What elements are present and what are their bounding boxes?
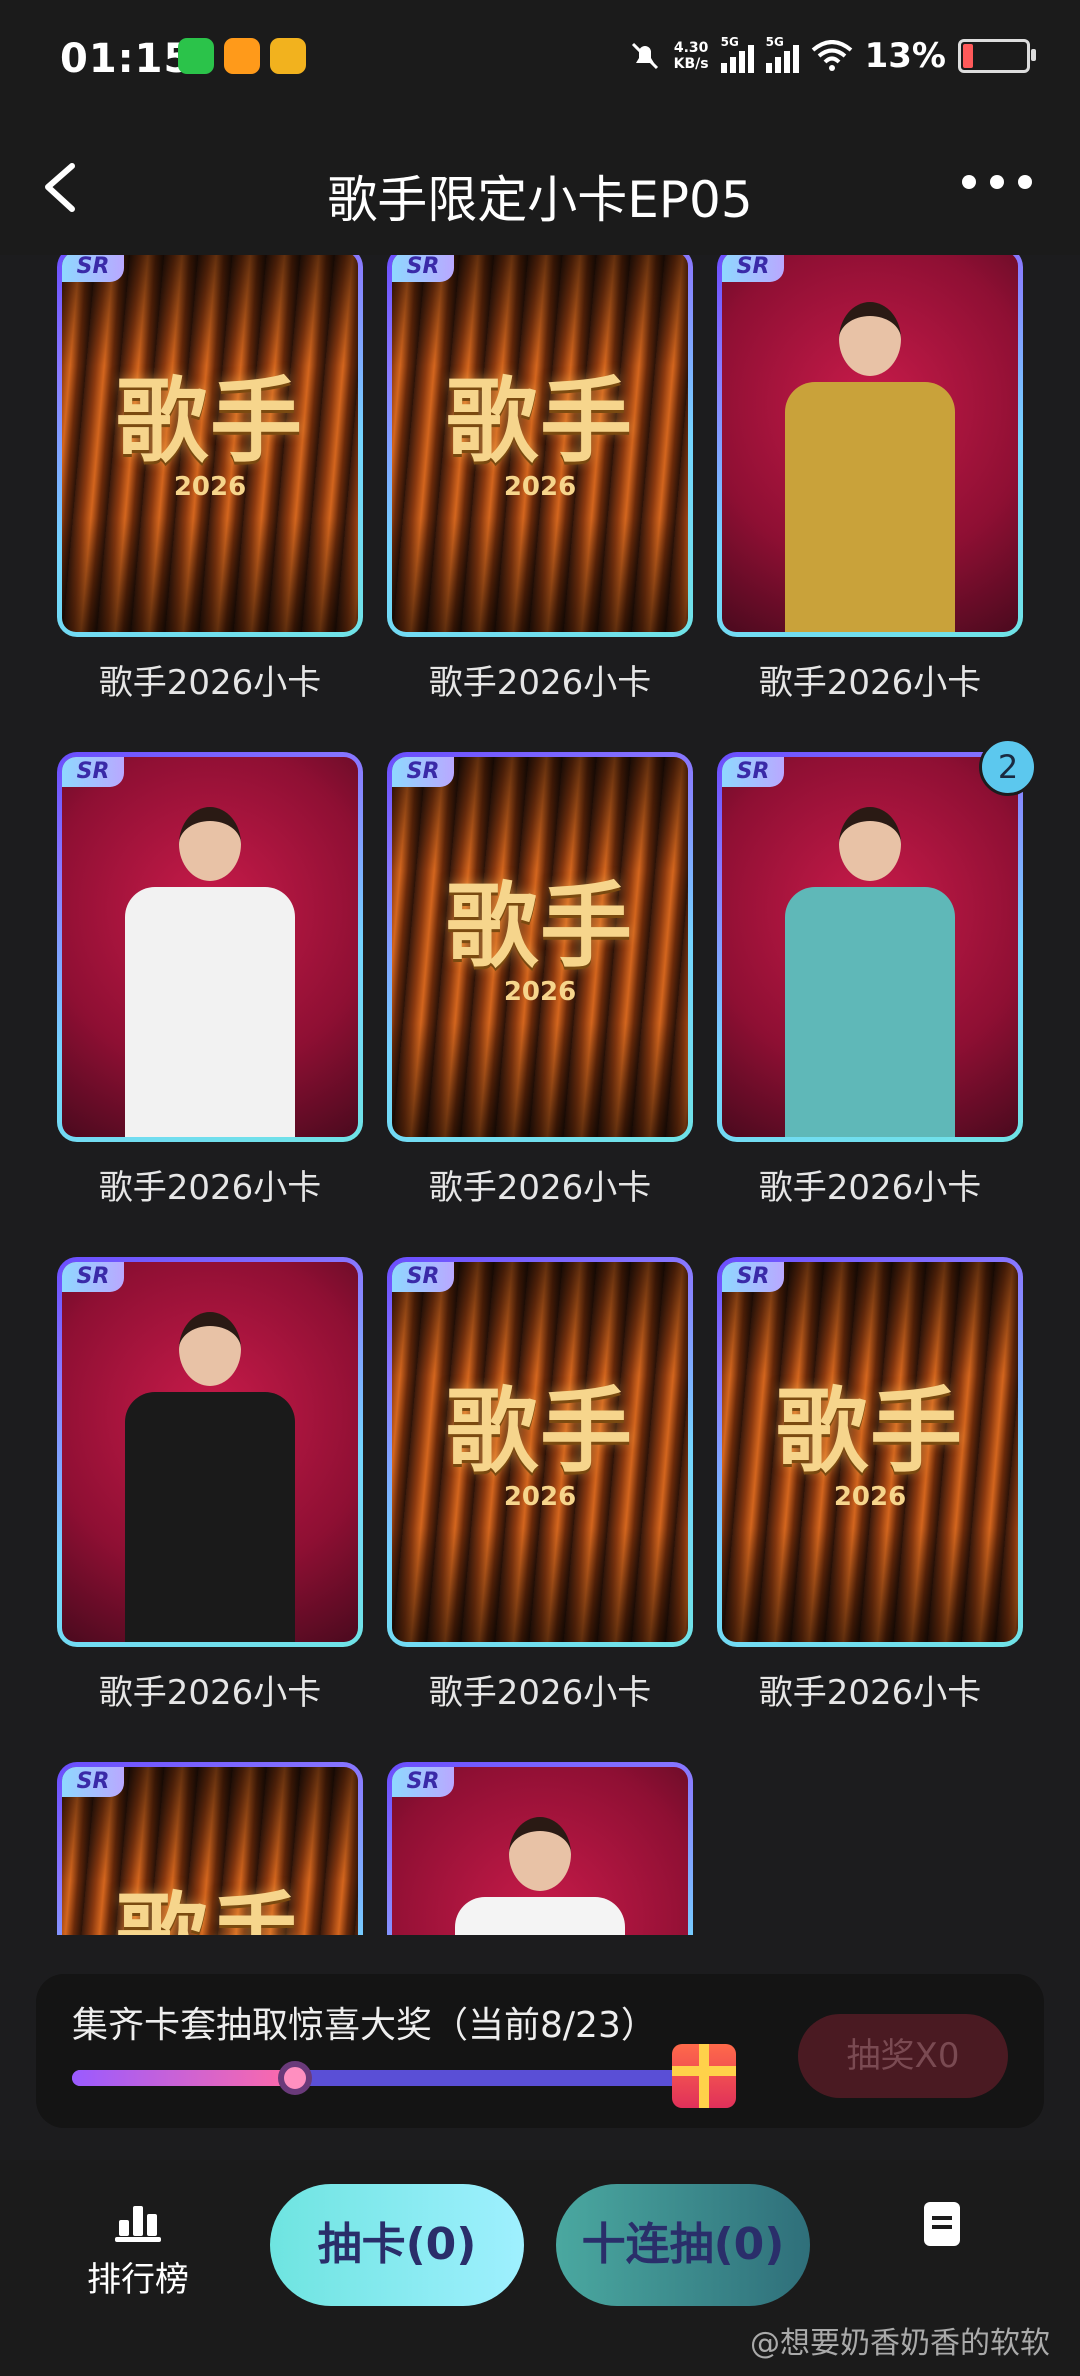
card-item[interactable]: SR	[387, 1762, 693, 1935]
card-label: 歌手2026小卡	[98, 1168, 322, 1208]
card-logo-text: 歌手	[115, 367, 304, 475]
card-poster-art: 歌手 2026	[62, 255, 358, 632]
app-notification-icon	[224, 38, 260, 74]
battery-icon	[958, 39, 1036, 73]
card-item[interactable]: 歌手 SR	[57, 1762, 363, 1935]
rarity-badge: SR	[392, 1262, 454, 1292]
more-options-icon[interactable]	[962, 175, 1032, 189]
card-label: 歌手2026小卡	[758, 1168, 982, 1208]
signal-2-icon: 5G	[765, 35, 799, 73]
card-item[interactable]: 歌手 2026 SR 歌手2026小卡	[387, 255, 693, 704]
card-year-text: 2026	[503, 977, 577, 1007]
rarity-badge: SR	[722, 255, 784, 282]
card-portrait-art	[62, 1262, 358, 1642]
card-label: 歌手2026小卡	[428, 1168, 652, 1208]
card-item[interactable]: 歌手 2026 SR 歌手2026小卡	[717, 1257, 1023, 1714]
card-year-text: 2026	[833, 1482, 907, 1512]
progress-knob	[277, 2061, 312, 2095]
video-app-icon	[270, 38, 306, 74]
rarity-badge: SR	[392, 255, 454, 282]
card-label: 歌手2026小卡	[428, 663, 652, 703]
status-time: 01:15	[60, 36, 193, 82]
card-year-text: 2026	[173, 472, 247, 502]
card-poster-art: 歌手 2026	[392, 255, 688, 632]
status-bar: 01:15 4.30 KB/s 5G 5G 13%	[0, 0, 1080, 120]
leaderboard-button[interactable]: 排行榜	[78, 2200, 198, 2301]
card-logo-text: 歌手	[445, 367, 634, 475]
rarity-badge: SR	[392, 1767, 454, 1797]
card-item[interactable]: SR 歌手2026小卡	[717, 255, 1023, 704]
singer-figure	[125, 1312, 295, 1642]
draw-card-button[interactable]: 抽卡(0)	[270, 2184, 524, 2306]
card-poster-art: 歌手 2026	[722, 1262, 1018, 1642]
watermark: @想要奶香奶香的软软	[750, 2326, 1050, 2361]
wifi-icon	[811, 40, 852, 71]
singer-figure	[455, 1817, 625, 1935]
singer-figure	[785, 302, 955, 632]
wechat-icon	[178, 38, 214, 74]
card-item[interactable]: 歌手 2026 SR 歌手2026小卡	[387, 1257, 693, 1714]
gift-icon	[672, 2044, 736, 2108]
rarity-badge: SR	[62, 757, 124, 787]
page-title: 歌手限定小卡EP05	[327, 171, 753, 229]
card-item[interactable]: SR 歌手2026小卡	[57, 1257, 363, 1714]
card-item[interactable]: SR 2 歌手2026小卡	[717, 738, 1037, 1209]
card-label: 歌手2026小卡	[428, 1673, 652, 1713]
progress-bar	[72, 2070, 712, 2086]
card-label: 歌手2026小卡	[758, 663, 982, 703]
card-count-badge: 2	[979, 738, 1037, 796]
rarity-badge: SR	[392, 757, 454, 787]
signal-1-icon: 5G	[720, 35, 754, 73]
card-label: 歌手2026小卡	[98, 663, 322, 703]
rarity-badge: SR	[722, 1262, 784, 1292]
card-label: 歌手2026小卡	[758, 1673, 982, 1713]
card-year-text: 2026	[503, 472, 577, 502]
network-speed: 4.30 KB/s	[673, 40, 709, 72]
leaderboard-label: 排行榜	[87, 2260, 189, 2300]
rarity-badge: SR	[62, 1262, 124, 1292]
ten-draw-button[interactable]: 十连抽(0)	[556, 2184, 810, 2306]
progress-text: 集齐卡套抽取惊喜大奖（当前8/23）	[72, 2005, 657, 2046]
notification-icons	[178, 38, 306, 74]
rarity-badge: SR	[62, 255, 124, 282]
card-label: 歌手2026小卡	[98, 1673, 322, 1713]
battery-percent: 13%	[864, 36, 946, 76]
collection-progress-panel: 集齐卡套抽取惊喜大奖（当前8/23） 抽奖X0	[36, 1974, 1044, 2128]
card-logo-text: 歌手	[62, 1862, 358, 1935]
card-item[interactable]: 歌手 2026 SR 歌手2026小卡	[57, 255, 363, 704]
rarity-badge: SR	[62, 1767, 124, 1797]
singer-figure	[125, 807, 295, 1137]
mute-bell-icon	[631, 42, 658, 70]
singer-figure	[785, 807, 955, 1137]
card-poster-art: 歌手 2026	[392, 1262, 688, 1642]
app-header: 歌手限定小卡EP05	[0, 120, 1080, 255]
card-logo-text: 歌手	[445, 1377, 634, 1485]
card-item[interactable]: 歌手 2026 SR 歌手2026小卡	[387, 752, 693, 1209]
card-logo-text: 歌手	[775, 1377, 964, 1485]
card-item[interactable]: SR 歌手2026小卡	[57, 752, 363, 1209]
card-grid: 歌手 2026 SR 歌手2026小卡 歌手 2026 SR 歌手2026小卡 SR 歌手2026…	[0, 255, 1080, 1935]
card-logo-text: 歌手	[445, 872, 634, 980]
rarity-badge: SR	[722, 757, 784, 787]
card-year-text: 2026	[503, 1482, 577, 1512]
card-portrait-art	[722, 255, 1018, 632]
card-poster-art: 歌手 2026	[392, 757, 688, 1137]
leaderboard-icon	[115, 2200, 161, 2242]
lottery-button[interactable]: 抽奖X0	[798, 2014, 1008, 2098]
card-portrait-art	[62, 757, 358, 1137]
card-portrait-art	[722, 757, 1018, 1137]
rules-document-icon[interactable]	[924, 2202, 960, 2246]
